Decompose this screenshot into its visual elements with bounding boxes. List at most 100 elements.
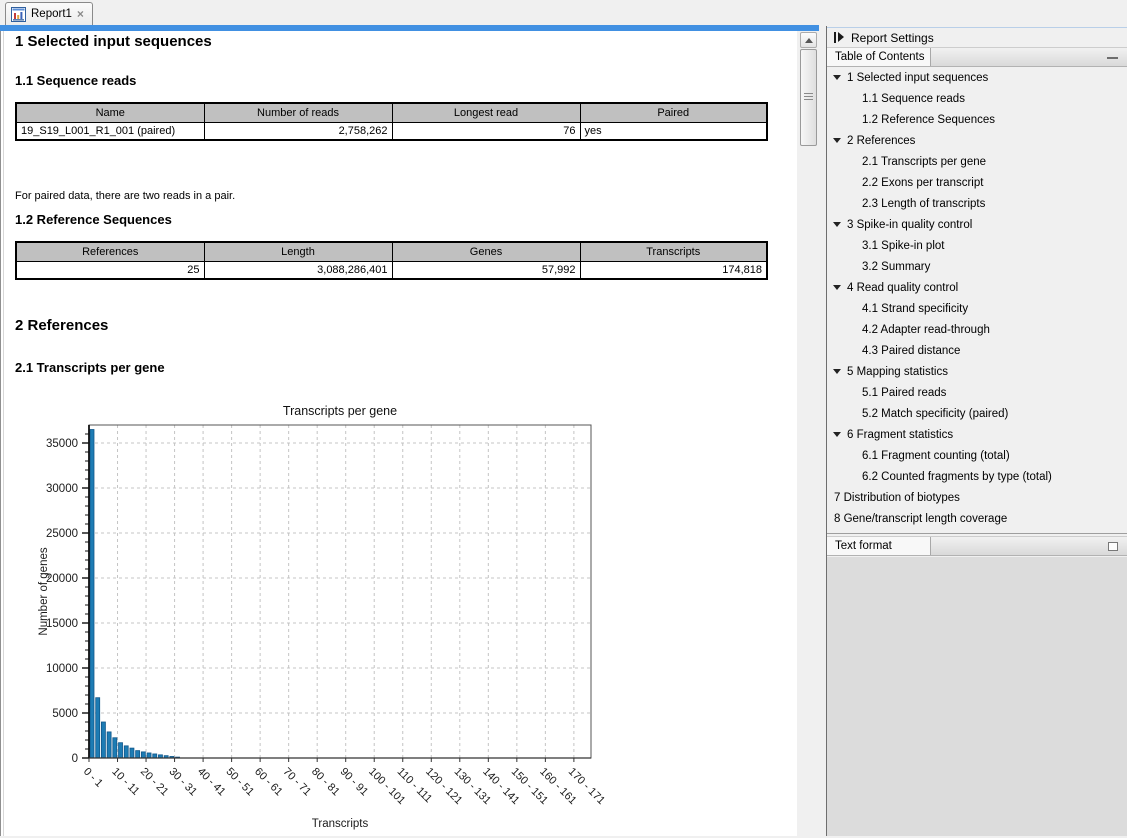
panel-divider bbox=[827, 533, 1127, 534]
histogram-bar bbox=[124, 746, 128, 758]
toc-item[interactable]: 6 Fragment statistics bbox=[827, 424, 1127, 445]
histogram-bar bbox=[130, 748, 134, 758]
toc-item-label: 6 Fragment statistics bbox=[847, 429, 953, 441]
toc-item[interactable]: 2 References bbox=[827, 130, 1127, 151]
column-header: Genes bbox=[392, 242, 580, 261]
toc-item[interactable]: 3.1 Spike-in plot bbox=[827, 235, 1127, 256]
table-row: 253,088,286,40157,992174,818 bbox=[16, 261, 767, 279]
toc-item[interactable]: 5.2 Match specificity (paired) bbox=[827, 403, 1127, 424]
paired-data-note: For paired data, there are two reads in … bbox=[15, 190, 235, 202]
toc-item[interactable]: 2.3 Length of transcripts bbox=[827, 193, 1127, 214]
table-of-contents-tab[interactable]: Table of Contents bbox=[827, 48, 931, 66]
toc-item[interactable]: 6.2 Counted fragments by type (total) bbox=[827, 466, 1127, 487]
toc-item[interactable]: 3.2 Summary bbox=[827, 256, 1127, 277]
close-icon[interactable]: × bbox=[77, 9, 84, 19]
toc-item[interactable]: 5.1 Paired reads bbox=[827, 382, 1127, 403]
y-tick-label: 0 bbox=[72, 753, 78, 765]
transcripts-per-gene-chart: 050001000015000200002500030000350000 - 1… bbox=[1, 398, 701, 838]
section-1-1-heading: 1.1 Sequence reads bbox=[15, 73, 136, 88]
toc-item[interactable]: 4.2 Adapter read-through bbox=[827, 319, 1127, 340]
toc-item[interactable]: 4.1 Strand specificity bbox=[827, 298, 1127, 319]
toc-item[interactable]: 4 Read quality control bbox=[827, 277, 1127, 298]
table-cell: 174,818 bbox=[580, 261, 767, 279]
toc-item[interactable]: 5 Mapping statistics bbox=[827, 361, 1127, 382]
report-icon bbox=[11, 7, 26, 22]
toc-item-label: 2.1 Transcripts per gene bbox=[862, 156, 986, 168]
panel-window-icon[interactable] bbox=[1108, 542, 1118, 551]
sequence-reads-table: NameNumber of readsLongest readPaired19_… bbox=[15, 102, 768, 141]
y-tick-label: 25000 bbox=[46, 528, 78, 540]
histogram-bar bbox=[96, 698, 100, 758]
tab-report1[interactable]: Report1 × bbox=[5, 2, 93, 25]
tab-bar: Report1 × bbox=[0, 0, 820, 25]
up-arrow-icon bbox=[805, 38, 813, 43]
toc-item[interactable]: 1.2 Reference Sequences bbox=[827, 109, 1127, 130]
toc-item-label: 3.1 Spike-in plot bbox=[862, 240, 944, 252]
table-cell: 76 bbox=[392, 122, 580, 140]
table-cell: 25 bbox=[16, 261, 204, 279]
collapse-arrow-icon[interactable] bbox=[833, 285, 841, 290]
collapse-arrow-icon[interactable] bbox=[833, 75, 841, 80]
toc-item-label: 1.2 Reference Sequences bbox=[862, 114, 995, 126]
section-1-heading: 1 Selected input sequences bbox=[15, 33, 212, 50]
side-panel: Report Settings Table of Contents 1 Sele… bbox=[820, 0, 1127, 836]
toc-item[interactable]: 7 Distribution of biotypes bbox=[827, 487, 1127, 508]
column-header: References bbox=[16, 242, 204, 261]
tab-title: Report1 bbox=[31, 8, 72, 20]
section-2-1-heading: 2.1 Transcripts per gene bbox=[15, 360, 165, 375]
histogram-bar bbox=[147, 753, 151, 758]
table-cell: 19_S19_L001_R1_001 (paired) bbox=[16, 122, 204, 140]
toc-item[interactable]: 4.3 Paired distance bbox=[827, 340, 1127, 361]
document-scrollbar[interactable] bbox=[797, 31, 820, 836]
toc-item[interactable]: 1.1 Sequence reads bbox=[827, 88, 1127, 109]
section-1-2-heading: 1.2 Reference Sequences bbox=[15, 212, 172, 227]
toc-item-label: 1 Selected input sequences bbox=[847, 72, 988, 84]
scrollbar-thumb[interactable] bbox=[800, 49, 817, 146]
collapse-arrow-icon[interactable] bbox=[833, 138, 841, 143]
column-header: Longest read bbox=[392, 103, 580, 122]
toc-item-label: 5 Mapping statistics bbox=[847, 366, 948, 378]
table-row: 19_S19_L001_R1_001 (paired)2,758,26276ye… bbox=[16, 122, 767, 140]
x-tick-label: 90 - 91 bbox=[338, 766, 371, 799]
toc-item[interactable]: 6.1 Fragment counting (total) bbox=[827, 445, 1127, 466]
collapse-arrow-icon[interactable] bbox=[833, 432, 841, 437]
toc-item-label: 4.3 Paired distance bbox=[862, 345, 960, 357]
toc-item[interactable]: 2.1 Transcripts per gene bbox=[827, 151, 1127, 172]
minimize-icon[interactable] bbox=[1107, 57, 1118, 59]
histogram-bar bbox=[153, 754, 157, 758]
text-format-tab[interactable]: Text format bbox=[827, 537, 931, 555]
text-format-toolbar: Text format bbox=[827, 536, 1127, 556]
x-tick-label: 0 - 1 bbox=[81, 766, 105, 790]
scroll-up-button[interactable] bbox=[800, 32, 817, 48]
histogram-bar bbox=[113, 738, 117, 758]
toc-item-label: 6.1 Fragment counting (total) bbox=[862, 450, 1010, 462]
collapse-arrow-icon[interactable] bbox=[833, 222, 841, 227]
histogram-bar bbox=[136, 751, 140, 758]
collapse-arrow-icon[interactable] bbox=[833, 369, 841, 374]
toc-item-label: 5.2 Match specificity (paired) bbox=[862, 408, 1008, 420]
table-of-contents-toolbar: Table of Contents bbox=[827, 47, 1127, 67]
toc-item[interactable]: 1 Selected input sequences bbox=[827, 67, 1127, 88]
toc-item-label: 3.2 Summary bbox=[862, 261, 930, 273]
reference-sequences-table: ReferencesLengthGenesTranscripts253,088,… bbox=[15, 241, 768, 280]
histogram-bar bbox=[101, 722, 105, 758]
toc-item[interactable]: 2.2 Exons per transcript bbox=[827, 172, 1127, 193]
column-header: Length bbox=[204, 242, 392, 261]
table-cell: yes bbox=[580, 122, 767, 140]
toc-item[interactable]: 3 Spike-in quality control bbox=[827, 214, 1127, 235]
report-document: 1 Selected input sequences 1.1 Sequence … bbox=[0, 31, 797, 836]
toc-item-label: 1.1 Sequence reads bbox=[862, 93, 965, 105]
toc-item-label: 2.2 Exons per transcript bbox=[862, 177, 983, 189]
toc-item-label: 8 Gene/transcript length coverage bbox=[834, 513, 1007, 525]
y-tick-label: 5000 bbox=[52, 708, 78, 720]
column-header: Name bbox=[16, 103, 204, 122]
toc-item-label: 6.2 Counted fragments by type (total) bbox=[862, 471, 1052, 483]
report-settings-header[interactable]: Report Settings bbox=[827, 27, 1127, 47]
histogram-bar bbox=[90, 430, 94, 759]
table-of-contents-tree: 1 Selected input sequences 1.1 Sequence r… bbox=[827, 67, 1127, 532]
toc-item[interactable]: 8 Gene/transcript length coverage bbox=[827, 508, 1127, 529]
toc-item-label: 3 Spike-in quality control bbox=[847, 219, 972, 231]
x-tick-label: 70 - 71 bbox=[281, 766, 314, 799]
y-tick-label: 15000 bbox=[46, 618, 78, 630]
toc-item-label: 4 Read quality control bbox=[847, 282, 958, 294]
